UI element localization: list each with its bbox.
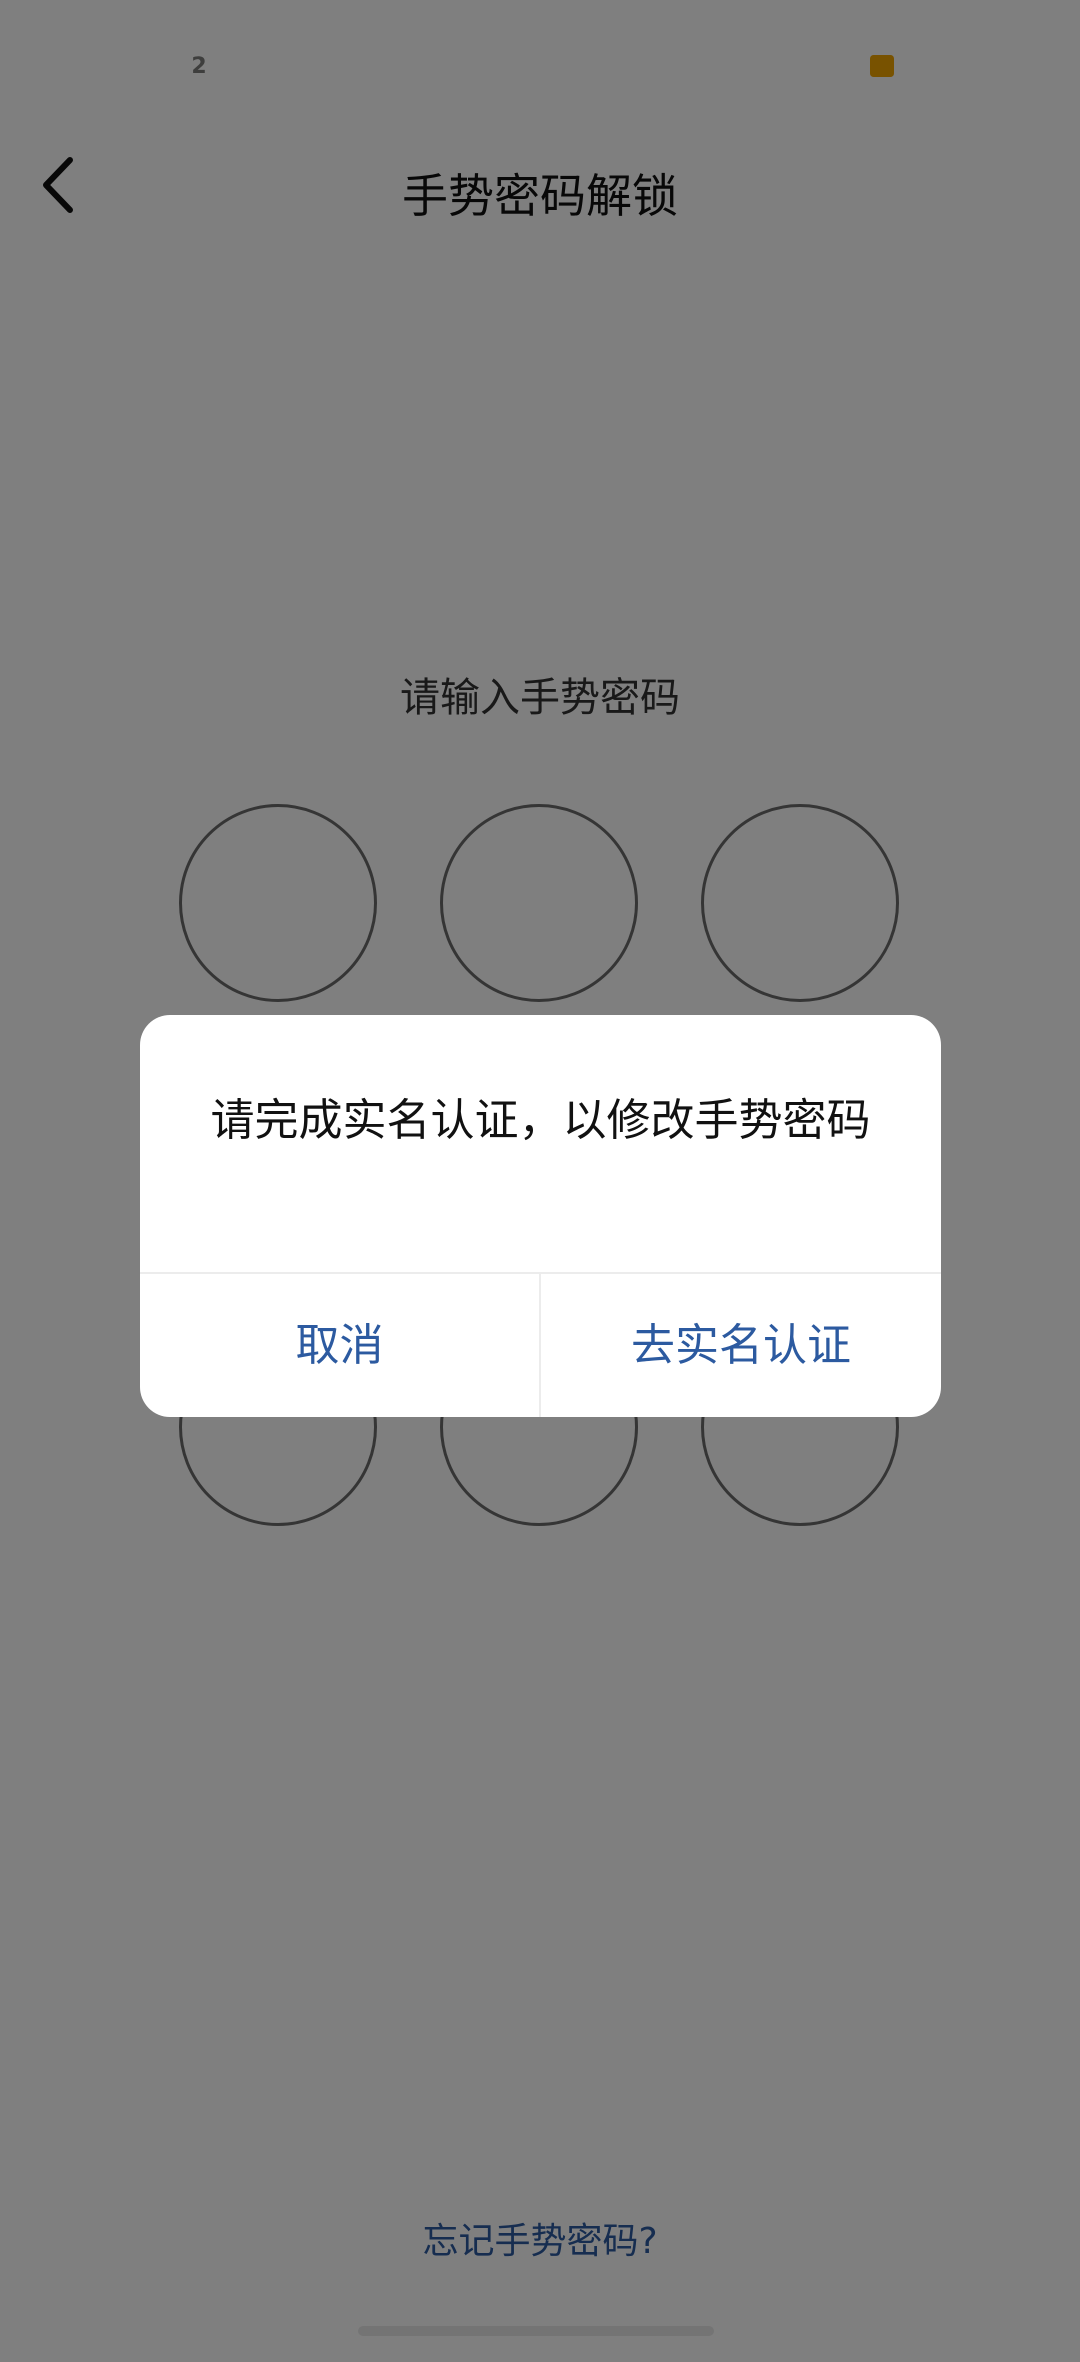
dialog-message: 请完成实名认证，以修改手势密码 <box>210 1095 871 1146</box>
go-verify-button[interactable]: 去实名认证 <box>541 1274 941 1417</box>
cancel-button[interactable]: 取消 <box>140 1274 539 1417</box>
real-name-verification-dialog: 请完成实名认证，以修改手势密码 取消 去实名认证 <box>140 1015 941 1417</box>
